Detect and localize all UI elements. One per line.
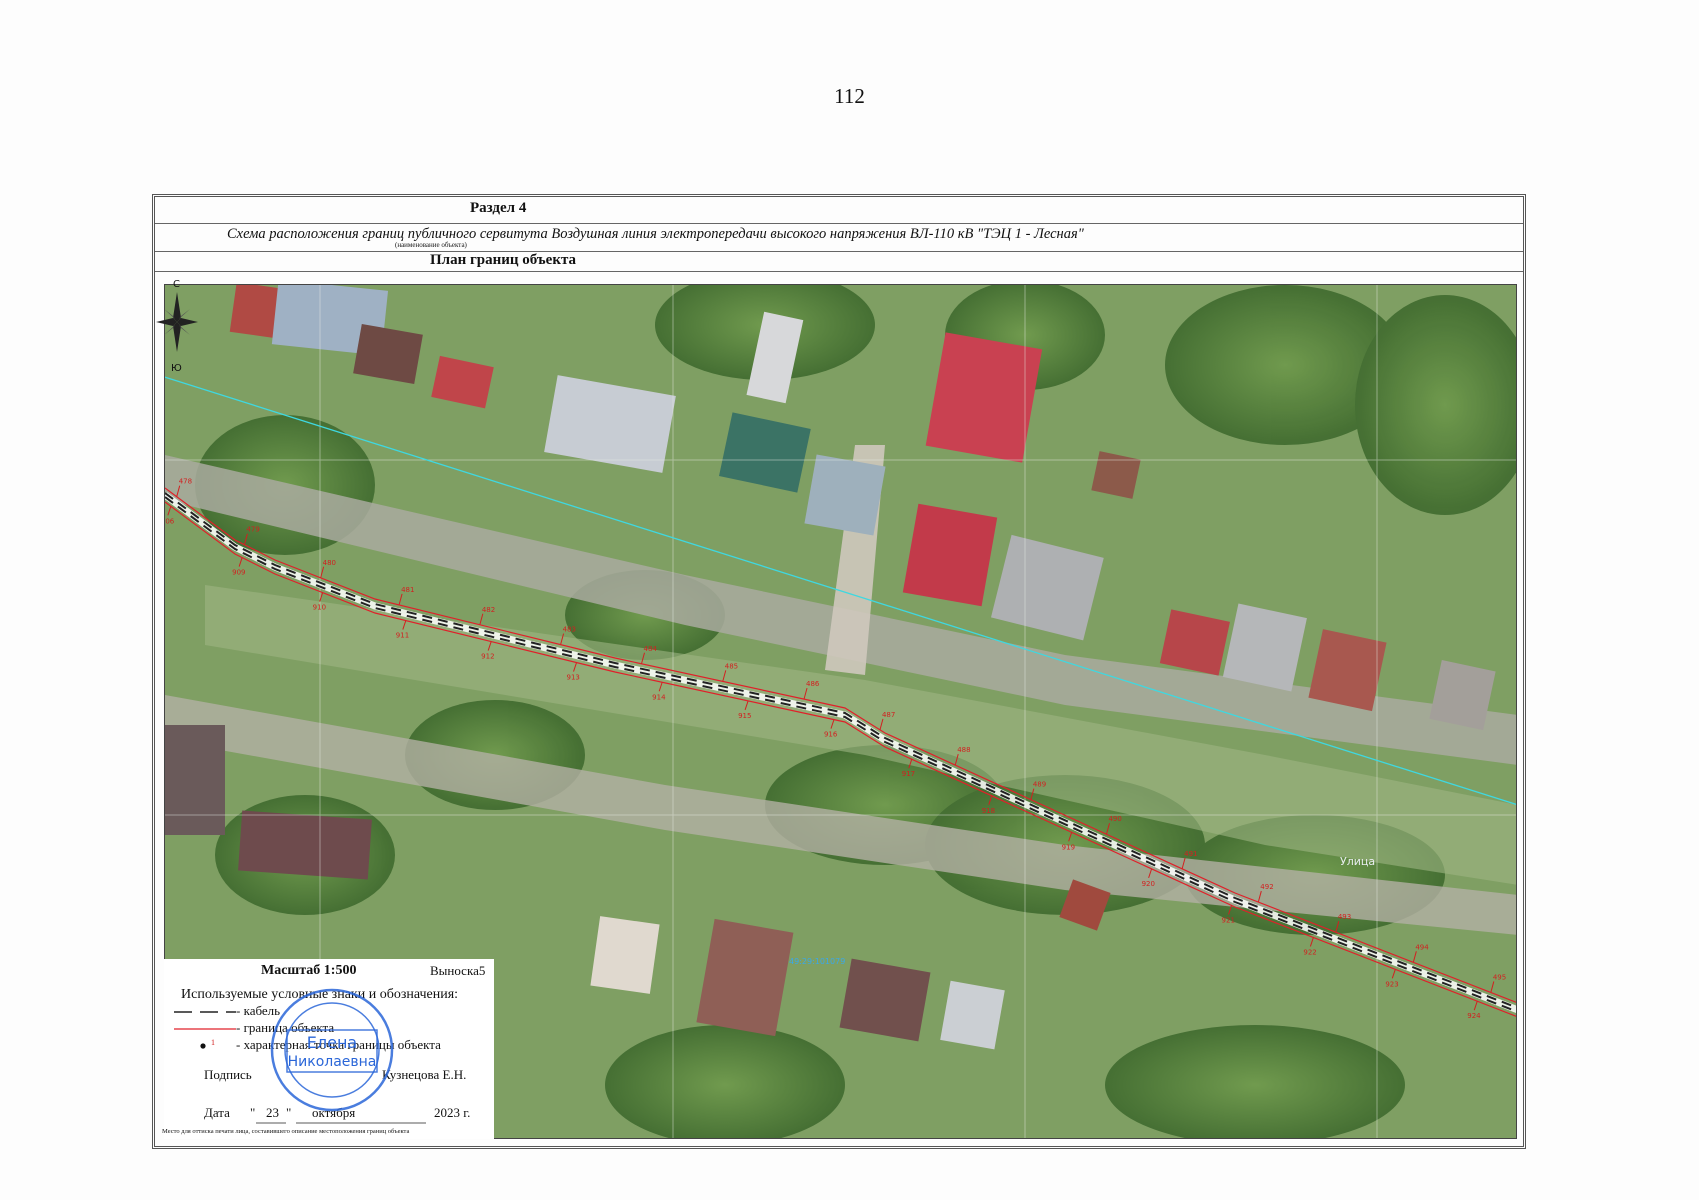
boundary-point-label: 910 xyxy=(313,604,326,612)
boundary-point-label: 920 xyxy=(1142,880,1155,888)
boundary-point-label: 914 xyxy=(652,693,666,701)
boundary-point-label: 494 xyxy=(1415,943,1429,951)
boundary-point-label: 486 xyxy=(806,680,820,688)
boundary-point-label: 491 xyxy=(1184,850,1197,858)
date-label: Дата xyxy=(204,1105,230,1120)
boundary-point-label: 917 xyxy=(902,770,915,778)
header-row-object: Схема расположения границ публичного сер… xyxy=(155,223,1523,252)
boundary-point-label: 492 xyxy=(1260,883,1273,891)
callout-label: Выноска5 xyxy=(430,963,486,978)
point-marker-label: 1 xyxy=(211,1038,215,1047)
boundary-point-label: 485 xyxy=(725,662,738,670)
signature-label: Подпись xyxy=(204,1067,252,1082)
boundary-point-label: 483 xyxy=(563,626,576,634)
boundary-point-label: 479 xyxy=(246,526,259,534)
section-title: Раздел 4 xyxy=(470,200,527,216)
parcel-label: 49:29:101079 xyxy=(789,957,845,966)
compass-rose: С Ю xyxy=(156,279,198,375)
boundary-point-label: 909 xyxy=(232,569,245,577)
boundary-point-label: 493 xyxy=(1338,913,1351,921)
boundary-point-label: 924 xyxy=(1467,1012,1481,1020)
boundary-point-label: 913 xyxy=(567,674,580,682)
boundary-point-label: 918 xyxy=(982,807,995,815)
page-number: 112 xyxy=(834,84,865,108)
boundary-point-label: 916 xyxy=(824,731,838,739)
boundary-symbol-icon xyxy=(174,1028,236,1030)
scale-label: Масштаб 1:500 xyxy=(261,963,357,978)
boundary-point-label: 921 xyxy=(1222,916,1235,924)
seal-stamp: Елена Николаевна xyxy=(270,988,394,1112)
header-row-plan: План границ объекта xyxy=(155,251,1523,272)
stamp-line-2: Николаевна xyxy=(288,1054,377,1070)
boundary-point-label: 919 xyxy=(1062,843,1075,851)
stamp-line-1: Елена xyxy=(307,1033,357,1052)
plan-title: План границ объекта xyxy=(430,252,577,268)
object-caption: (наименование объекта) xyxy=(395,241,467,249)
boundary-point-label: 489 xyxy=(1033,781,1046,789)
boundary-point-label: 495 xyxy=(1493,973,1506,981)
street-label: Улица xyxy=(1340,855,1375,868)
boundary-point-label: 906 xyxy=(165,517,175,525)
boundary-point-label: 478 xyxy=(179,478,192,486)
date-underline xyxy=(256,1122,426,1124)
boundary-point-label: 480 xyxy=(323,559,336,567)
object-name: Схема расположения границ публичного сер… xyxy=(227,226,1084,242)
boundary-point-label: 487 xyxy=(882,711,895,719)
boundary-point-label: 488 xyxy=(957,746,970,754)
boundary-point-label: 912 xyxy=(481,653,494,661)
boundary-point-label: 481 xyxy=(401,586,414,594)
boundary-point-label: 490 xyxy=(1108,815,1121,823)
boundary-point-label: 923 xyxy=(1385,980,1398,988)
stamp-note: Место для оттиска печати лица, составивш… xyxy=(162,1128,410,1135)
boundary-point-label: 482 xyxy=(482,606,495,614)
point-symbol-icon xyxy=(200,1043,206,1049)
date-year: 2023 г. xyxy=(434,1105,471,1120)
boundary-point-label: 922 xyxy=(1303,948,1316,956)
boundary-point-label: 915 xyxy=(738,712,751,720)
header-row-section: Раздел 4 xyxy=(155,197,1523,224)
compass-south-label: Ю xyxy=(171,363,182,374)
compass-star-icon xyxy=(156,292,198,352)
boundary-point-label: 911 xyxy=(396,632,409,640)
compass-north-label: С xyxy=(173,279,180,290)
cable-symbol-icon xyxy=(174,1011,236,1013)
boundary-point-label: 484 xyxy=(643,645,657,653)
